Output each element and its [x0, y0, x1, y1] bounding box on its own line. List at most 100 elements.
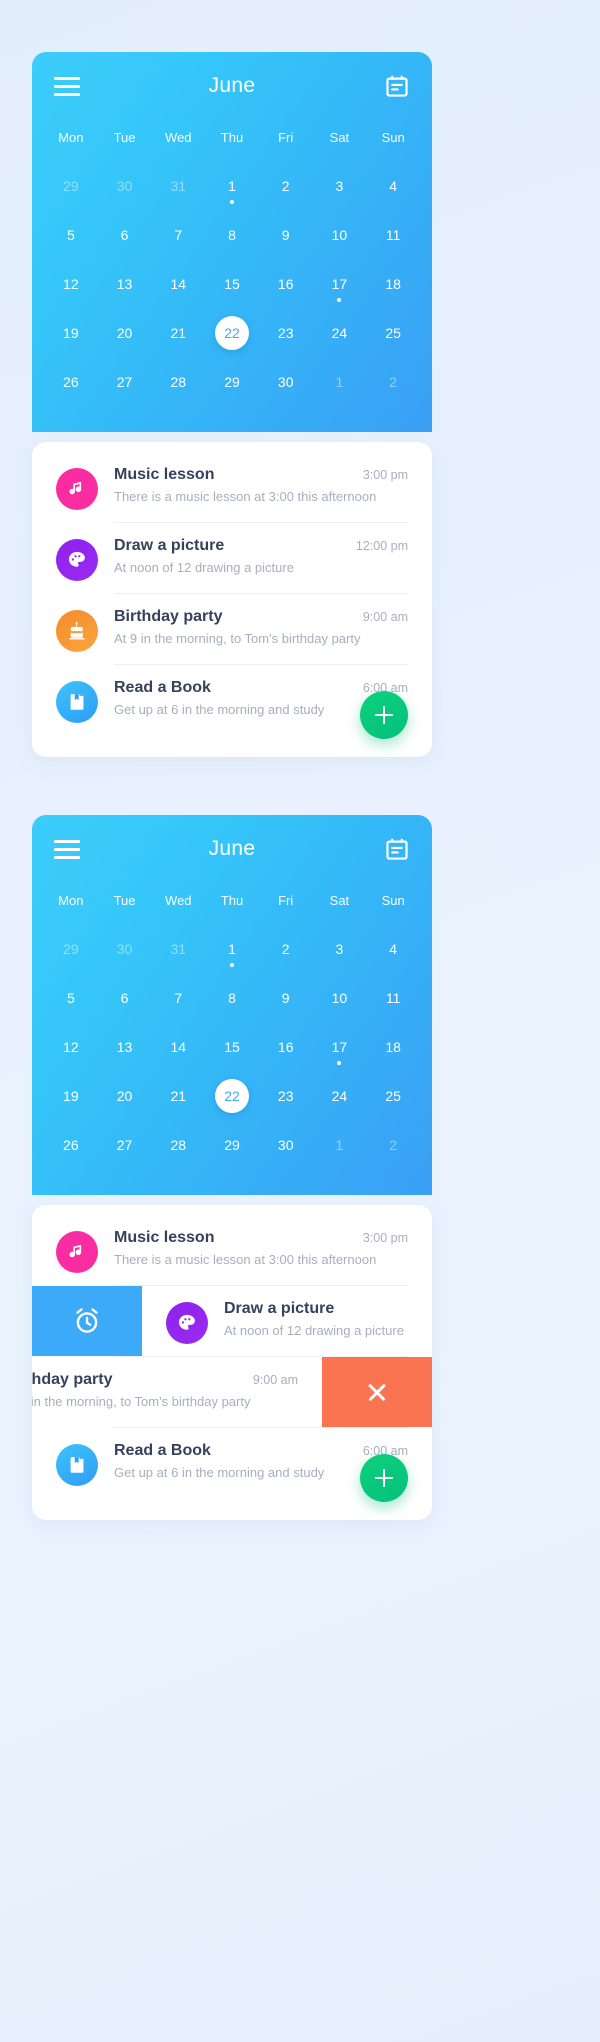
event-list-item[interactable]: Music lesson 3:00 pm There is a music less…: [32, 452, 432, 522]
swipeable-event-row[interactable]: Draw a picture12:00 pmAt noon of 12 draw…: [32, 1286, 432, 1356]
date-cell[interactable]: 14: [151, 259, 205, 308]
date-cell[interactable]: 30: [98, 924, 152, 973]
date-cell[interactable]: 18: [366, 259, 420, 308]
date-cell-selected[interactable]: 22: [205, 308, 259, 357]
date-cell[interactable]: 26: [44, 357, 98, 406]
date-cell[interactable]: 29: [44, 161, 98, 210]
date-cell[interactable]: 21: [151, 308, 205, 357]
date-cell[interactable]: 15: [205, 259, 259, 308]
date-cell[interactable]: 29: [205, 357, 259, 406]
birthday-cake-icon: [66, 620, 88, 642]
date-cell[interactable]: 3: [313, 161, 367, 210]
date-number: 4: [389, 940, 398, 957]
date-cell[interactable]: 20: [98, 308, 152, 357]
calendar-agenda-button[interactable]: [384, 836, 410, 862]
date-cell[interactable]: 3: [313, 924, 367, 973]
event-details: Draw a picture12:00 pmAt noon of 12 draw…: [224, 1300, 432, 1338]
date-cell[interactable]: 1: [313, 1120, 367, 1169]
date-cell[interactable]: 29: [205, 1120, 259, 1169]
event-list-item[interactable]: Music lesson 3:00 pm There is a music less…: [32, 1215, 432, 1285]
date-cell[interactable]: 17: [313, 259, 367, 308]
date-cell[interactable]: 28: [151, 1120, 205, 1169]
date-cell[interactable]: 9: [259, 210, 313, 259]
date-cell[interactable]: 16: [259, 259, 313, 308]
date-cell[interactable]: 18: [366, 1022, 420, 1071]
swipeable-event-row[interactable]: Birthday party 9:00 amAt 9 in the morning…: [32, 1357, 432, 1427]
date-cell[interactable]: 28: [151, 357, 205, 406]
date-cell[interactable]: 20: [98, 1071, 152, 1120]
event-list-item[interactable]: Draw a picture12:00 pmAt noon of 12 draw…: [142, 1286, 432, 1356]
date-cell[interactable]: 8: [205, 210, 259, 259]
date-cell[interactable]: 24: [313, 308, 367, 357]
date-number: 9: [281, 989, 290, 1006]
date-cell[interactable]: 11: [366, 210, 420, 259]
date-cell[interactable]: 1: [205, 161, 259, 210]
date-cell[interactable]: 8: [205, 973, 259, 1022]
date-cell[interactable]: 19: [44, 308, 98, 357]
date-cell[interactable]: 19: [44, 1071, 98, 1120]
date-cell[interactable]: 30: [259, 1120, 313, 1169]
date-cell[interactable]: 12: [44, 1022, 98, 1071]
date-cell[interactable]: 6: [98, 973, 152, 1022]
event-list-item[interactable]: Draw a picture12:00 pmAt noon of 12 draw…: [32, 523, 432, 593]
date-cell[interactable]: 2: [259, 161, 313, 210]
date-cell[interactable]: 7: [151, 210, 205, 259]
date-cell[interactable]: 7: [151, 973, 205, 1022]
date-cell[interactable]: 13: [98, 259, 152, 308]
date-cell[interactable]: 31: [151, 924, 205, 973]
hamburger-menu-icon[interactable]: [54, 76, 80, 96]
date-cell[interactable]: 5: [44, 210, 98, 259]
date-cell[interactable]: 17: [313, 1022, 367, 1071]
date-cell[interactable]: 1: [313, 357, 367, 406]
date-cell[interactable]: 29: [44, 924, 98, 973]
date-cell[interactable]: 25: [366, 308, 420, 357]
date-cell[interactable]: 10: [313, 210, 367, 259]
date-cell[interactable]: 4: [366, 924, 420, 973]
date-cell-selected[interactable]: 22: [205, 1071, 259, 1120]
swipe-action-remind[interactable]: [32, 1286, 142, 1356]
calendar-agenda-icon: [384, 836, 410, 862]
date-cell[interactable]: 10: [313, 973, 367, 1022]
swipe-action-delete[interactable]: [322, 1357, 432, 1427]
event-list-item[interactable]: Birthday party 9:00 amAt 9 in the morning…: [32, 1357, 322, 1427]
add-event-fab[interactable]: [360, 691, 408, 739]
date-cell[interactable]: 1: [205, 924, 259, 973]
date-number: 31: [170, 940, 187, 957]
date-cell[interactable]: 24: [313, 1071, 367, 1120]
date-cell[interactable]: 21: [151, 1071, 205, 1120]
date-cell[interactable]: 26: [44, 1120, 98, 1169]
date-cell[interactable]: 14: [151, 1022, 205, 1071]
date-cell[interactable]: 23: [259, 308, 313, 357]
add-event-fab[interactable]: [360, 1454, 408, 1502]
date-number: 4: [389, 177, 398, 194]
date-cell[interactable]: 6: [98, 210, 152, 259]
calendar-agenda-button[interactable]: [384, 73, 410, 99]
date-cell[interactable]: 2: [366, 1120, 420, 1169]
date-cell[interactable]: 27: [98, 357, 152, 406]
date-cell[interactable]: 16: [259, 1022, 313, 1071]
date-cell[interactable]: 11: [366, 973, 420, 1022]
event-list-item[interactable]: Birthday party 9:00 amAt 9 in the morning…: [32, 594, 432, 664]
date-cell[interactable]: 13: [98, 1022, 152, 1071]
weekday-label: Wed: [165, 130, 192, 145]
weekday-label: Wed: [165, 893, 192, 908]
date-cell[interactable]: 31: [151, 161, 205, 210]
date-cell[interactable]: 4: [366, 161, 420, 210]
date-cell[interactable]: 23: [259, 1071, 313, 1120]
weekday-label: Sun: [381, 893, 405, 908]
date-cell[interactable]: 30: [259, 357, 313, 406]
hamburger-menu-icon[interactable]: [54, 839, 80, 859]
date-cell[interactable]: 27: [98, 1120, 152, 1169]
date-cell[interactable]: 9: [259, 973, 313, 1022]
weekday-label: Tue: [113, 130, 136, 145]
date-cell[interactable]: 2: [259, 924, 313, 973]
date-cell[interactable]: 5: [44, 973, 98, 1022]
date-cell[interactable]: 30: [98, 161, 152, 210]
date-number: 24: [331, 1087, 348, 1104]
date-cell[interactable]: 2: [366, 357, 420, 406]
date-cell[interactable]: 12: [44, 259, 98, 308]
date-number: 7: [174, 226, 183, 243]
date-number: 8: [228, 989, 236, 1006]
date-cell[interactable]: 25: [366, 1071, 420, 1120]
date-cell[interactable]: 15: [205, 1022, 259, 1071]
